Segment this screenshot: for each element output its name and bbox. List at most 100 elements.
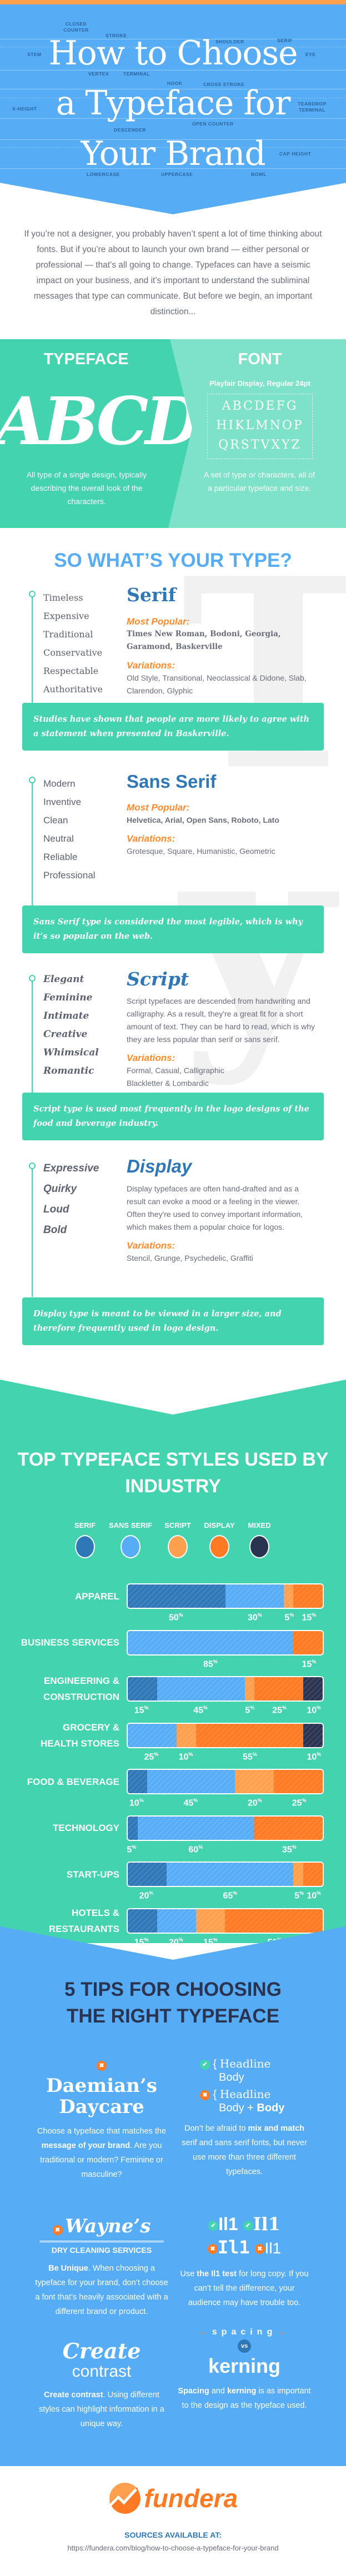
category-label: ENGINEERING & CONSTRUCTION [43,1676,119,1702]
text-bold: Be Unique [48,2264,88,2273]
timeline-dot [29,975,36,982]
annotation-open-counter: OPEN COUNTER [192,121,234,127]
sans-serif-note: Sans Serif type is considered the most l… [22,905,324,953]
tip-text: Be Unique. When choosing a typeface for … [35,2261,168,2319]
trait: Authoritative [43,684,103,695]
legend-swatch [209,1535,229,1558]
annotation-terminal: TERMINAL [123,71,150,77]
trait: Romantic [43,1065,94,1076]
font-glyph-row: ABCDEFG [222,399,298,413]
data-label: 45% [183,1798,198,1808]
data-label: 5% [245,1705,255,1715]
bar-segment [147,1770,235,1793]
top-accent-bar [0,0,346,4]
display-note: Display type is meant to be viewed in a … [22,1297,324,1345]
data-label: 10% [178,1751,193,1762]
chart-title: TOP TYPEFACE STYLES USED BY INDUSTRY [17,1449,329,1497]
trait: Inventive [43,797,82,807]
font-description: A set of type or characters, all of a pa… [204,470,315,492]
data-label: 25% [272,1705,287,1715]
contrast-big-word: Create [62,2338,141,2363]
cross-icon: ✖ [97,2061,107,2071]
spacing-sample: ←spacing→ [178,2327,311,2337]
bar-segment [225,1909,323,1933]
bar-segment [128,1677,157,1700]
data-label: 15% [134,1936,149,1947]
sources-link[interactable]: https://fundera.com/blog/how-to-choose-a… [0,2544,346,2552]
text-part: Don’t be afraid to [184,2124,248,2133]
trait: Reliable [43,852,78,862]
variations-label: Variations: [127,1240,175,1251]
fundera-logo-icon [109,2483,141,2514]
text-bold: kerning [227,2387,257,2396]
legend-swatch [75,1535,95,1558]
stacked-bar [127,1722,324,1748]
headline-body-examples: ✔ { Headline Body ✖ { Headline Body + Bo… [178,2057,311,2115]
bar-segment [303,1723,323,1747]
bar-segment [157,1909,196,1933]
bar-segment [195,1909,225,1933]
stacked-bar [127,1629,324,1656]
display-info: Display typefaces are often hand-drafted… [127,1183,318,1265]
annotation-descender: DESCENDER [114,127,146,133]
logo-text: Wayne’s [65,2215,151,2237]
serif-popular: Times New Roman, Bodoni, Georgia, Garamo… [127,630,281,651]
legend-swatch [121,1535,141,1558]
trait: Clean [43,815,68,826]
trait: Traditional [43,629,93,640]
hero-banner: How to Choose a Typeface for Your Brand … [0,4,346,214]
sans-serif-traits: Modern Inventive Clean Neutral Reliable Profe… [43,774,96,884]
cross-icon: ✖ [52,2225,63,2235]
text-bold: the Il1 test [197,2270,237,2278]
tip-spacing-kerning: ←spacing→ vs kerning Spacing and kerning… [178,2327,311,2413]
data-label: 10% [307,1890,322,1901]
legend-item: DISPLAY [197,1521,242,1558]
text-part: Use [180,2270,197,2278]
display-heading: Display [127,1156,192,1176]
sample-body: Body [219,2071,244,2084]
legend-label: SERIF [74,1521,96,1530]
serif-info: Most Popular: Times New Roman, Bodoni, G… [127,610,318,697]
bar-segment [293,1584,323,1608]
data-label: 20% [247,1798,262,1808]
legend-label: MIXED [248,1521,271,1530]
cross-icon: ✖ [207,2243,218,2254]
tip-il1-test: ✔ Il1 ✔ Il1 ✖ Il1 ✖ Il1 Use the Il1 test for… [178,2212,311,2310]
trait: Respectable [43,666,99,676]
tip-text: Create contrast. Using different styles … [35,2388,168,2431]
typeface-heading: TYPEFACE [43,350,129,368]
text-bold: mix and match [248,2124,304,2133]
check-icon: ✔ [200,2059,210,2070]
popular-label: Most Popular: [127,616,190,627]
script-variations: Formal, Casual, Calligraphic Blackletter… [127,1066,224,1088]
trait: Creative [43,1029,88,1040]
data-label: 55% [242,1751,257,1762]
legend-label: SANS SERIF [108,1521,152,1530]
data-label: 5% [294,1890,304,1901]
trait: Elegant [43,974,84,985]
bar-segment [195,1723,303,1747]
legend-item: MIXED [237,1521,282,1558]
trait: Whimsical [43,1047,99,1058]
data-label: 20% [139,1890,154,1901]
variations-label: Variations: [127,660,175,671]
text-bold: Create contrast [44,2391,103,2399]
timeline-dot [29,591,36,597]
sample-body: Body + [219,2102,257,2114]
bar-segment [225,1584,284,1608]
bar-segment [254,1816,323,1840]
trait: Professional [43,870,96,881]
kerning-word: kerning [208,2354,281,2377]
annotation-x-height: X-HEIGHT [12,106,37,112]
bar-segment [293,1863,303,1886]
tip-text: Use the Il1 test for long copy. If you c… [178,2267,311,2310]
legend-swatch [168,1535,188,1558]
data-label: 30% [247,1612,262,1623]
data-label: 15% [134,1705,149,1715]
stacked-bar [127,1583,324,1609]
font-glyph-row: QRSTVXYZ [218,438,302,452]
bar-segment [128,1770,148,1793]
daemians-daycare-logo: ✖ Daemian’s Daycare [35,2054,168,2117]
annotation-eye: EYE [305,52,316,57]
il1-samples: ✔ Il1 ✔ Il1 ✖ Il1 ✖ Il1 [178,2212,311,2260]
